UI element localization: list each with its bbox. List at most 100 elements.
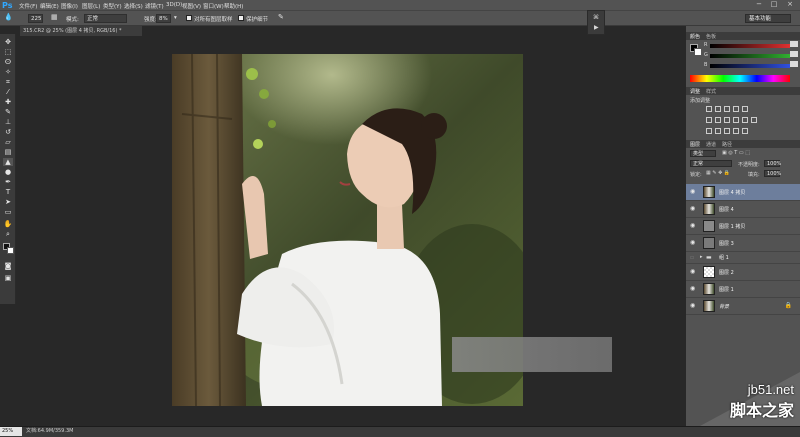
- tab-swatches[interactable]: 色板: [706, 33, 716, 40]
- tool-preset-icon[interactable]: 💧: [4, 13, 13, 21]
- tab-paths[interactable]: 路径: [722, 141, 732, 148]
- photo-filter-icon[interactable]: [733, 117, 739, 123]
- color-balance-icon[interactable]: [715, 117, 721, 123]
- invert-icon[interactable]: [706, 128, 712, 134]
- hue-icon[interactable]: [706, 117, 712, 123]
- brush-panel-icon[interactable]: ▦: [51, 13, 58, 21]
- brush-size-picker[interactable]: 225: [28, 14, 43, 23]
- tab-layers[interactable]: 图层: [690, 141, 700, 148]
- screen-mode-icon[interactable]: ▣: [3, 274, 13, 282]
- color-spectrum[interactable]: [690, 75, 790, 82]
- opacity-input[interactable]: 100%: [764, 160, 781, 167]
- quick-mask-icon[interactable]: ◙: [3, 262, 13, 270]
- quick-select-tool-icon[interactable]: ✧: [3, 68, 13, 76]
- blue-value[interactable]: [790, 61, 798, 67]
- menu-3d[interactable]: 3D(D): [166, 2, 182, 8]
- channel-mixer-icon[interactable]: [742, 117, 748, 123]
- menu-help[interactable]: 帮助(H): [224, 2, 243, 10]
- eye-icon[interactable]: ◉: [690, 268, 695, 275]
- background-swatch[interactable]: [694, 48, 702, 56]
- hand-tool-icon[interactable]: ✋: [3, 220, 13, 228]
- zoom-tool-icon[interactable]: ⌕: [3, 230, 13, 238]
- strength-input[interactable]: 8%: [156, 14, 171, 23]
- menu-type[interactable]: 类型(Y): [103, 2, 122, 10]
- sample-all-checkbox[interactable]: [186, 15, 192, 21]
- eye-icon[interactable]: ◉: [690, 302, 695, 309]
- brush-tool-icon[interactable]: ✎: [3, 108, 13, 116]
- layer-row[interactable]: ◉ 图层 1 拷贝: [686, 218, 800, 235]
- tab-color[interactable]: 颜色: [690, 33, 700, 40]
- blend-mode-select[interactable]: 正常: [690, 160, 732, 167]
- eraser-tool-icon[interactable]: ▱: [3, 138, 13, 146]
- minimize-button[interactable]: −: [752, 0, 766, 9]
- mode-select[interactable]: 正常: [84, 14, 127, 23]
- gradient-tool-icon[interactable]: ▤: [3, 148, 13, 156]
- green-value[interactable]: [790, 51, 798, 57]
- layer-row[interactable]: ◉ 图层 4: [686, 201, 800, 218]
- eye-off-icon[interactable]: ▫: [690, 254, 694, 261]
- document-tab[interactable]: 315.CR2 @ 25% (图层 4 拷贝, RGB/16) *: [20, 26, 142, 36]
- color-lookup-icon[interactable]: [751, 117, 757, 123]
- threshold-icon[interactable]: [724, 128, 730, 134]
- menu-edit[interactable]: 编辑(E): [40, 2, 59, 10]
- workspace-switcher[interactable]: 基本功能: [745, 14, 791, 23]
- healing-tool-icon[interactable]: ✚: [3, 98, 13, 106]
- layer-row[interactable]: ◉ 背景 🔒: [686, 298, 800, 315]
- layer-group-row[interactable]: ▫ ▸ ▬ 组 1: [686, 252, 800, 264]
- layer-row[interactable]: ◉ 图层 1: [686, 281, 800, 298]
- layer-filter-kind[interactable]: 类型: [690, 150, 716, 157]
- close-button[interactable]: ×: [783, 0, 797, 9]
- eye-icon[interactable]: ◉: [690, 285, 695, 292]
- filter-icons[interactable]: ▣ ◎ T ▭ ⬚: [722, 150, 750, 156]
- black-white-icon[interactable]: [724, 117, 730, 123]
- red-value[interactable]: [790, 41, 798, 47]
- lock-icons[interactable]: ▦ ✎ ✥ 🔒: [706, 170, 730, 176]
- pressure-icon[interactable]: ✎: [278, 13, 284, 21]
- exposure-icon[interactable]: [733, 106, 739, 112]
- vibrance-icon[interactable]: [742, 106, 748, 112]
- strength-dropdown-icon[interactable]: ▾: [174, 15, 177, 21]
- blue-slider[interactable]: B: [704, 61, 798, 68]
- history-brush-tool-icon[interactable]: ↺: [3, 128, 13, 136]
- selective-color-icon[interactable]: [742, 128, 748, 134]
- tab-styles[interactable]: 样式: [706, 88, 716, 95]
- protect-detail-checkbox[interactable]: [238, 15, 244, 21]
- menu-view[interactable]: 视图(V): [182, 2, 201, 10]
- eye-icon[interactable]: ◉: [690, 239, 695, 246]
- fill-input[interactable]: 100%: [764, 170, 781, 177]
- expand-arrow-icon[interactable]: ▸: [700, 254, 703, 260]
- tab-channels[interactable]: 通道: [706, 141, 716, 148]
- brightness-icon[interactable]: [706, 106, 712, 112]
- blur-tool-icon[interactable]: ▲: [3, 158, 13, 166]
- eye-icon[interactable]: ◉: [690, 222, 695, 229]
- menu-layer[interactable]: 图层(L): [82, 2, 100, 10]
- shape-tool-icon[interactable]: ▭: [3, 208, 13, 216]
- layer-row[interactable]: ◉ 图层 3: [686, 235, 800, 252]
- move-tool-icon[interactable]: ✥: [3, 38, 13, 46]
- crop-tool-icon[interactable]: ⌗: [3, 78, 13, 86]
- eye-icon[interactable]: ◉: [690, 188, 695, 195]
- path-select-tool-icon[interactable]: ➤: [3, 198, 13, 206]
- maximize-button[interactable]: □: [767, 0, 781, 9]
- layer-row[interactable]: ◉ 图层 4 拷贝: [686, 184, 800, 201]
- menu-window[interactable]: 窗口(W): [203, 2, 224, 10]
- history-icon[interactable]: ⌘: [593, 14, 599, 21]
- curves-icon[interactable]: [724, 106, 730, 112]
- red-slider[interactable]: R: [704, 41, 798, 48]
- pen-tool-icon[interactable]: ✒: [3, 178, 13, 186]
- gradient-map-icon[interactable]: [733, 128, 739, 134]
- play-icon[interactable]: ▶: [594, 24, 599, 31]
- eye-icon[interactable]: ◉: [690, 205, 695, 212]
- levels-icon[interactable]: [715, 106, 721, 112]
- menu-file[interactable]: 文件(F): [19, 2, 37, 10]
- green-slider[interactable]: G: [704, 51, 798, 58]
- menu-filter[interactable]: 滤镜(T): [145, 2, 164, 10]
- marquee-tool-icon[interactable]: ⬚: [3, 48, 13, 56]
- eyedropper-tool-icon[interactable]: ⁄: [3, 88, 13, 96]
- lasso-tool-icon[interactable]: ⵙ: [3, 58, 13, 66]
- menu-select[interactable]: 选择(S): [124, 2, 143, 10]
- layer-row[interactable]: ◉ 图层 2: [686, 264, 800, 281]
- posterize-icon[interactable]: [715, 128, 721, 134]
- stamp-tool-icon[interactable]: ⊥: [3, 118, 13, 126]
- zoom-input[interactable]: 25%: [0, 427, 22, 436]
